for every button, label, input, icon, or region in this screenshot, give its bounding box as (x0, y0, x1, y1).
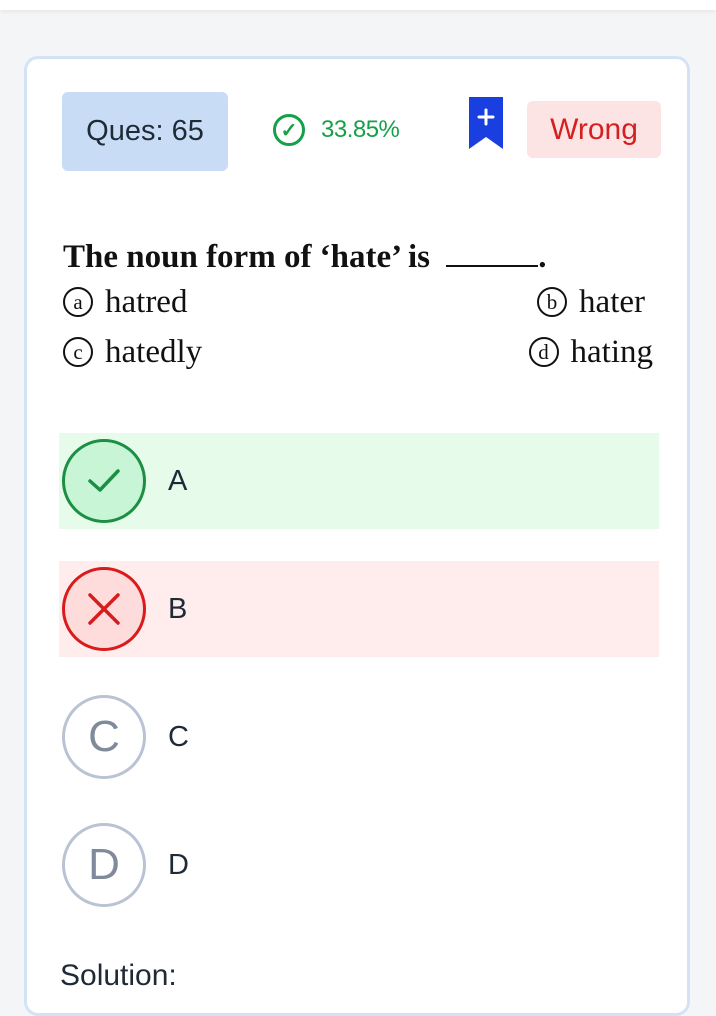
option-d: d hating (528, 327, 653, 377)
choice-a-label: A (168, 464, 188, 497)
choice-d-letter-icon: D (62, 823, 146, 907)
answer-choice-c[interactable]: C C (59, 689, 659, 785)
option-marker-a: a (63, 287, 93, 317)
choice-b-label: B (168, 592, 188, 625)
question-end-punct: . (538, 239, 547, 275)
choice-c-glyph: C (88, 712, 120, 761)
accuracy-percent: 33.85% (321, 116, 400, 143)
answer-choice-a[interactable]: A (59, 433, 659, 529)
question-number: Ques: 65 (86, 115, 204, 147)
result-status-text: Wrong (550, 112, 638, 146)
question-block: The noun form of ‘hate’ is . a hatred b … (63, 237, 653, 377)
accuracy-indicator: ✓ 33.85% (273, 114, 400, 146)
result-status-badge: Wrong (527, 101, 661, 158)
option-marker-b: b (537, 287, 568, 317)
choice-d-label: D (168, 848, 189, 881)
top-bar (0, 0, 716, 10)
question-card: Ques: 65 ✓ 33.85% Wrong The noun form of… (24, 56, 690, 1016)
option-a: a hatred (63, 277, 187, 327)
answer-choice-d[interactable]: D D (59, 817, 659, 913)
options-row-1: a hatred b hater (63, 277, 653, 327)
choice-d-glyph: D (88, 840, 120, 889)
option-text-c: hatedly (105, 334, 203, 370)
question-text-line: The noun form of ‘hate’ is . (63, 237, 653, 277)
solution-heading: Solution: (60, 959, 177, 992)
option-text-b: hater (579, 284, 645, 320)
check-glyph: ✓ (280, 119, 298, 142)
check-circle-icon: ✓ (273, 114, 305, 146)
bookmark-plus-icon[interactable] (467, 97, 505, 149)
option-text-d: hating (570, 334, 653, 370)
answer-choice-b[interactable]: B (59, 561, 659, 657)
question-text: The noun form of ‘hate’ is (63, 239, 430, 275)
option-b: b hater (537, 277, 645, 327)
question-number-badge: Ques: 65 (62, 92, 228, 171)
question-blank (446, 237, 539, 267)
option-marker-c: c (63, 337, 93, 367)
choice-c-letter-icon: C (62, 695, 146, 779)
choice-b-cross-icon (62, 567, 146, 651)
options-row-2: c hatedly d hating (63, 327, 653, 377)
choice-a-check-icon (62, 439, 146, 523)
option-text-a: hatred (105, 284, 188, 320)
choice-c-label: C (168, 720, 189, 753)
option-marker-d: d (528, 337, 559, 367)
option-c: c hatedly (63, 327, 202, 377)
